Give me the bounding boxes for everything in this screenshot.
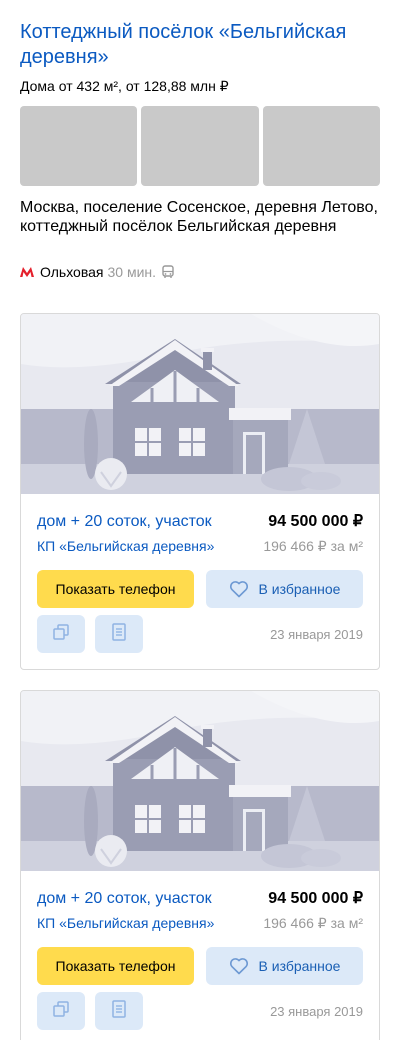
document-icon <box>112 999 126 1023</box>
show-phone-button[interactable]: Показать телефон <box>37 947 194 985</box>
bus-icon <box>162 265 174 279</box>
compare-icon <box>52 623 70 645</box>
village-link[interactable]: КП «Бельгийская деревня» <box>37 915 214 931</box>
offer-card[interactable]: дом + 20 соток, участок 94 500 000 ₽ КП … <box>20 690 380 1040</box>
village-header: Коттеджный посёлок «Бельгийская деревня»… <box>20 20 380 95</box>
metro-time: 30 мин. <box>107 264 157 280</box>
metro-station: Ольховая <box>40 264 104 280</box>
house-placeholder-image[interactable] <box>21 314 379 494</box>
favorites-label: В избранное <box>258 581 341 597</box>
compare-button[interactable] <box>37 615 85 653</box>
note-button[interactable] <box>95 615 143 653</box>
publication-date: 23 января 2019 <box>270 626 363 642</box>
note-button[interactable] <box>95 992 143 1030</box>
offer-price: 94 500 000 ₽ <box>268 890 363 907</box>
offer-price: 94 500 000 ₽ <box>268 513 363 530</box>
gallery-photo[interactable] <box>141 106 259 186</box>
heart-icon <box>229 580 249 598</box>
offer-type-link[interactable]: дом + 20 соток, участок <box>37 890 212 908</box>
price-per-m2: 196 466 ₽ за м² <box>263 915 363 931</box>
photo-gallery <box>20 106 380 186</box>
village-link[interactable]: КП «Бельгийская деревня» <box>37 538 214 554</box>
add-to-favorites-button[interactable]: В избранное <box>206 947 363 985</box>
favorites-label: В избранное <box>258 958 341 974</box>
compare-icon <box>52 1000 70 1022</box>
offer-card[interactable]: дом + 20 соток, участок 94 500 000 ₽ КП … <box>20 313 380 670</box>
page-title[interactable]: Коттеджный посёлок «Бельгийская деревня» <box>20 20 380 70</box>
heart-icon <box>229 957 249 975</box>
metro-icon <box>20 266 34 278</box>
publication-date: 23 января 2019 <box>270 1003 363 1019</box>
add-to-favorites-button[interactable]: В избранное <box>206 570 363 608</box>
compare-button[interactable] <box>37 992 85 1030</box>
house-placeholder-image[interactable] <box>21 691 379 871</box>
village-summary: Дома от 432 м², от 128,88 млн ₽ <box>20 78 229 94</box>
price-per-m2: 196 466 ₽ за м² <box>263 538 363 554</box>
document-icon <box>112 622 126 646</box>
show-phone-button[interactable]: Показать телефон <box>37 570 194 608</box>
village-address: Москва, поселение Сосенское, деревня Лет… <box>20 199 378 235</box>
metro-info: Ольховая 30 мин. <box>20 263 174 281</box>
gallery-photo[interactable] <box>20 106 138 186</box>
offer-type-link[interactable]: дом + 20 соток, участок <box>37 513 212 531</box>
gallery-photo[interactable] <box>262 106 380 186</box>
